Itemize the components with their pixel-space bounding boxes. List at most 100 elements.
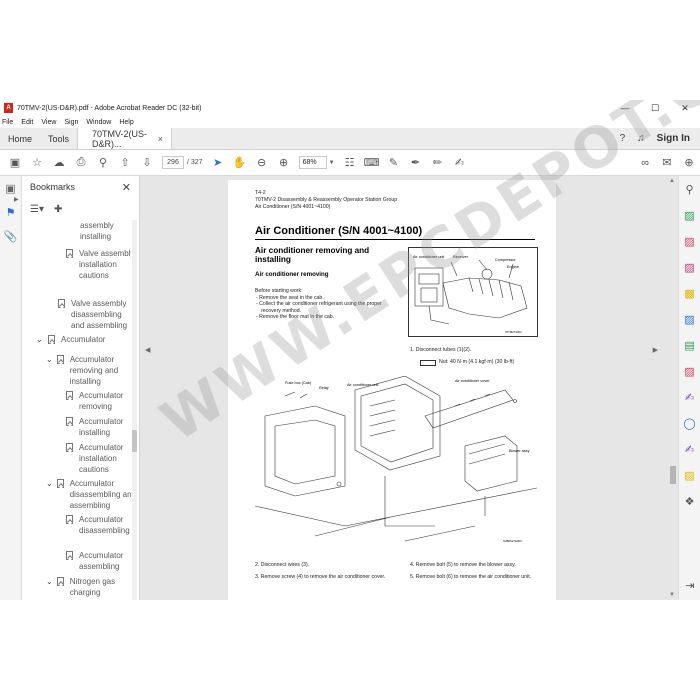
protect-icon[interactable]: ◯ <box>679 410 700 436</box>
fig1-label-ac-unit: Air conditioner unit <box>413 255 445 259</box>
menu-sign[interactable]: Sign <box>64 119 78 126</box>
fill-sign-icon[interactable]: ✍ <box>679 384 700 410</box>
bookmark-group[interactable]: ⌄ Accumulator <box>36 334 131 345</box>
bookmarks-panel: Bookmarks ✕ ☰▾ ✚ assembly installing Val… <box>22 176 140 600</box>
page-navigator: 296 / 327 <box>162 156 203 169</box>
pen-icon[interactable]: ✒ <box>405 153 427 173</box>
hand-tool-icon[interactable]: ✋ <box>229 153 251 173</box>
title-bar: A 70TMV-2(US-D&R).pdf - Adobe Acrobat Re… <box>0 100 700 116</box>
bookmark-item[interactable]: Accumulator assembling <box>66 550 131 572</box>
chevron-down-icon: ⌄ <box>46 577 53 586</box>
zoom-select[interactable]: 68% ▼ <box>298 156 335 169</box>
tab-document[interactable]: 70TMV-2(US-D&R)... × <box>77 128 173 149</box>
bookmarks-icon[interactable]: ⚑ <box>0 200 21 224</box>
request-signature-icon[interactable]: ✍ <box>679 436 700 462</box>
tab-close-icon[interactable]: × <box>158 134 163 144</box>
scroll-up-arrow-icon[interactable]: ▲ <box>669 178 675 184</box>
select-cursor-icon[interactable]: ➤ <box>207 153 229 173</box>
bookmarks-scrollbar[interactable] <box>132 220 137 600</box>
page-title: Air Conditioner (S/N 4001~4100) <box>255 225 423 237</box>
chevron-down-icon: ⌄ <box>46 355 53 364</box>
link-icon[interactable]: ∞ <box>634 153 656 173</box>
export-pdf-icon[interactable]: ▨ <box>679 202 700 228</box>
bookmarks-title: Bookmarks <box>30 182 76 192</box>
scroll-down-arrow-icon[interactable]: ▼ <box>669 592 675 598</box>
compress-pdf-icon[interactable]: ▨ <box>679 358 700 384</box>
bookmark-item[interactable]: Valve assembly disassembling and assembl… <box>58 298 131 331</box>
document-scrollbar-thumb[interactable] <box>670 466 676 484</box>
steps-right: 4. Remove bolt (5) to remove the blower … <box>410 562 532 580</box>
fit-page-icon[interactable]: ☷ <box>339 153 361 173</box>
expand-arrow-icon[interactable]: ▶ <box>14 196 19 203</box>
search-icon[interactable]: ⚲ <box>92 153 114 173</box>
bookmark-icon <box>66 391 73 400</box>
bookmark-item[interactable]: assembly installing <box>80 220 131 242</box>
collapse-left-arrow-icon[interactable]: ◀ <box>145 346 150 354</box>
close-panel-icon[interactable]: ✕ <box>122 181 131 194</box>
bookmark-star-icon[interactable]: ☆ <box>26 153 48 173</box>
maximize-button[interactable]: ☐ <box>640 103 670 114</box>
bookmark-icon <box>56 479 64 488</box>
print-icon[interactable]: ⎙ <box>70 153 92 173</box>
create-pdf-icon[interactable]: ▨ <box>679 228 700 254</box>
bookmark-group[interactable]: ⌄ Accumulator disassembling and assemblin… <box>46 478 131 511</box>
combine-files-icon[interactable]: ▨ <box>679 306 700 332</box>
menu-window[interactable]: Window <box>86 119 111 126</box>
bookmarks-scrollbar-thumb[interactable] <box>132 430 137 452</box>
attachments-icon[interactable]: 📎 <box>0 224 21 248</box>
help-icon[interactable]: ? <box>620 133 626 144</box>
page-number-input[interactable]: 296 <box>162 156 184 169</box>
bookmark-group[interactable]: ⌄ Nitrogen gas charging <box>46 576 131 598</box>
keyboard-icon[interactable]: ⌨ <box>361 153 383 173</box>
bookmark-tree: assembly installing Valve assembly insta… <box>22 220 131 600</box>
title-rule <box>255 239 535 240</box>
bookmark-item[interactable]: Valve assembly installation cautions <box>66 248 131 281</box>
menu-edit[interactable]: Edit <box>21 119 33 126</box>
collapse-tools-icon[interactable]: ⇥ <box>679 572 700 598</box>
bookmark-icon <box>56 577 64 586</box>
bookmark-icon <box>56 355 64 364</box>
bookmark-item[interactable]: Accumulator installation cautions <box>66 442 131 475</box>
tab-tools[interactable]: Tools <box>40 128 77 149</box>
email-icon[interactable]: ✉ <box>656 153 678 173</box>
minimize-button[interactable]: — <box>610 103 640 114</box>
sign-icon[interactable]: ✍ <box>449 153 471 173</box>
bookmark-item[interactable]: Accumulator disassembling <box>66 514 131 536</box>
menu-file[interactable]: File <box>2 119 13 126</box>
zoom-search-icon[interactable]: ⚲ <box>679 176 700 202</box>
notifications-bell-icon[interactable]: ♫ <box>637 133 645 144</box>
highlight-icon[interactable]: ✏ <box>427 153 449 173</box>
next-page-icon[interactable]: ⇩ <box>136 153 158 173</box>
save-icon[interactable]: ▣ <box>4 153 26 173</box>
comment-icon[interactable]: ✎ <box>383 153 405 173</box>
engine-figure: Air conditioner unit Receiver Compressor… <box>408 247 538 337</box>
zoom-out-icon[interactable]: ⊖ <box>251 153 273 173</box>
add-bookmark-icon[interactable]: ✚ <box>54 204 62 215</box>
menu-help[interactable]: Help <box>119 119 133 126</box>
bookmark-item[interactable]: Accumulator installing <box>66 416 131 438</box>
previous-page-icon[interactable]: ⇧ <box>114 153 136 173</box>
close-window-button[interactable]: ✕ <box>670 103 700 114</box>
tab-home[interactable]: Home <box>0 128 40 149</box>
sign-in-button[interactable]: Sign In <box>657 133 690 144</box>
section-heading: Air conditioner removing and installing <box>255 246 370 264</box>
document-scrollbar[interactable]: ▲ ▼ <box>668 176 678 600</box>
window-title: 70TMV-2(US-D&R).pdf - Adobe Acrobat Read… <box>17 104 202 112</box>
tab-document-label: 70TMV-2(US-D&R)... <box>92 128 148 149</box>
share-icon[interactable]: ⊕ <box>678 153 700 173</box>
collapse-right-arrow-icon[interactable]: ▶ <box>653 346 658 354</box>
comment-tool-icon[interactable]: ▩ <box>679 280 700 306</box>
menu-view[interactable]: View <box>41 119 56 126</box>
bookmark-group[interactable]: ⌄ Accumulator removing and installing <box>46 354 131 387</box>
zoom-in-icon[interactable]: ⊕ <box>273 153 295 173</box>
upload-cloud-icon[interactable]: ☁ <box>48 153 70 173</box>
bookmark-item[interactable]: Accumulator removing <box>66 390 131 412</box>
fig2-label-relay: Relay <box>319 386 329 390</box>
more-tools-icon[interactable]: ❖ <box>679 488 700 514</box>
bookmark-icon <box>66 443 73 452</box>
bookmark-options-icon[interactable]: ☰▾ <box>30 204 44 215</box>
edit-pdf-icon[interactable]: ▨ <box>679 254 700 280</box>
organize-pages-icon[interactable]: ▤ <box>679 332 700 358</box>
send-for-review-icon[interactable]: ▨ <box>679 462 700 488</box>
fig2-label-fuse-box: Fuse box (Cab) <box>285 381 312 385</box>
